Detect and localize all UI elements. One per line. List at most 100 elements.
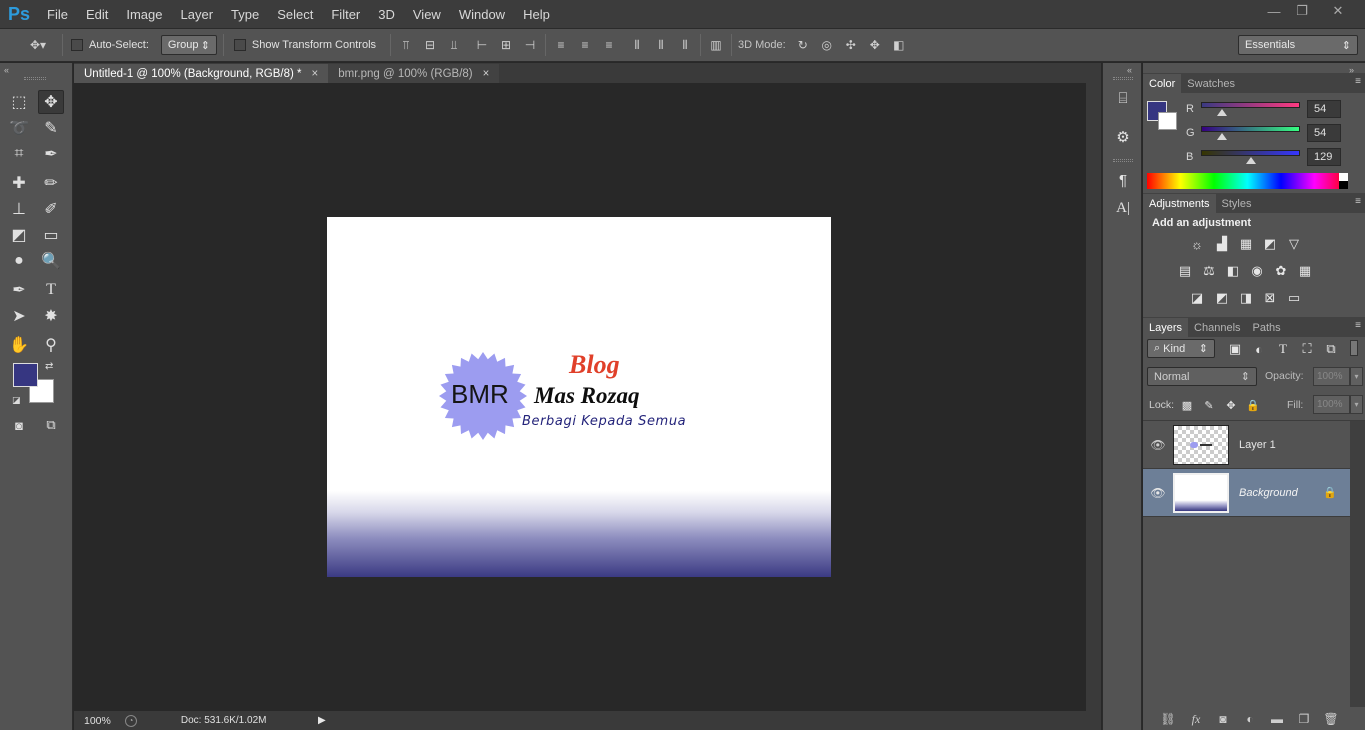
clone-stamp-tool-icon[interactable]: ⊥	[6, 197, 32, 221]
tab-paths[interactable]: Paths	[1247, 318, 1287, 337]
history-panel-icon[interactable]: ⌸	[1113, 88, 1133, 108]
channel-g-slider[interactable]	[1201, 126, 1300, 132]
tab-bmr-png[interactable]: bmr.png @ 100% (RGB/8) ×	[328, 64, 500, 83]
tab-swatches[interactable]: Swatches	[1181, 74, 1241, 93]
channel-mixer-icon[interactable]: ✿	[1272, 262, 1290, 280]
layer-name[interactable]: Background	[1239, 487, 1298, 499]
align-left-icon[interactable]: ⊢	[473, 36, 491, 54]
selective-color-icon[interactable]: ⊠	[1261, 289, 1279, 307]
status-info-icon[interactable]: ◔	[124, 714, 137, 727]
history-brush-tool-icon[interactable]: ✐	[38, 197, 64, 221]
channel-b-value[interactable]: 129	[1307, 148, 1341, 166]
screen-mode-icon[interactable]: ⧉	[38, 413, 64, 437]
add-mask-icon[interactable]: ◙	[1215, 711, 1231, 727]
vibrance-icon[interactable]: ▽	[1285, 235, 1303, 253]
healing-brush-tool-icon[interactable]: ✚	[6, 171, 32, 195]
layer-filter-dropdown[interactable]: ⌕ Kind ⇕	[1147, 339, 1215, 358]
channel-g-value[interactable]: 54	[1307, 124, 1341, 142]
gradient-map-icon[interactable]: ▭	[1285, 289, 1303, 307]
distribute-bottom-icon[interactable]: ≡	[600, 36, 618, 54]
menu-help[interactable]: Help	[514, 0, 559, 28]
menu-file[interactable]: File	[38, 0, 77, 28]
color-panel-background-swatch[interactable]	[1158, 112, 1177, 130]
menu-window[interactable]: Window	[450, 0, 514, 28]
levels-icon[interactable]: ▟	[1213, 235, 1231, 253]
align-hcenter-icon[interactable]: ⊞	[497, 36, 515, 54]
move-tool-icon[interactable]: ✥	[38, 90, 64, 114]
invert-icon[interactable]: ◪	[1188, 289, 1206, 307]
tab-adjustments[interactable]: Adjustments	[1143, 194, 1216, 213]
menu-image[interactable]: Image	[117, 0, 171, 28]
visibility-eye-icon[interactable]: 👁	[1143, 438, 1173, 452]
zoom-level[interactable]: 100%	[84, 715, 111, 727]
quick-mask-icon[interactable]: ◙	[6, 413, 32, 437]
paragraph-panel-icon[interactable]: ¶	[1113, 170, 1133, 190]
panel-menu-icon[interactable]: ≡	[1355, 320, 1361, 331]
channel-r-value[interactable]: 54	[1307, 100, 1341, 118]
blur-tool-icon[interactable]: ●	[6, 249, 32, 273]
panel-grip[interactable]	[24, 77, 46, 80]
workspace-dropdown[interactable]: Essentials ⇕	[1238, 35, 1358, 55]
auto-select-dropdown[interactable]: Group ⇕	[160, 35, 217, 55]
panel-menu-icon[interactable]: ≡	[1355, 196, 1361, 207]
3d-roll-icon[interactable]: ◎	[818, 36, 836, 54]
move-tool-preset-icon[interactable]: ✥▾	[20, 36, 56, 54]
3d-scale-icon[interactable]: ◧	[890, 36, 908, 54]
align-top-icon[interactable]: ⫪	[397, 36, 415, 54]
visibility-eye-icon[interactable]: 👁	[1143, 486, 1173, 500]
3d-rotate-icon[interactable]: ↻	[794, 36, 812, 54]
color-spectrum-ramp[interactable]	[1147, 173, 1348, 189]
character-panel-icon[interactable]: A|	[1113, 198, 1133, 218]
path-select-tool-icon[interactable]: ➤	[6, 304, 32, 328]
spectrum-white-swatch[interactable]	[1339, 173, 1348, 181]
default-colors-icon[interactable]: ◪	[12, 395, 21, 406]
swap-colors-icon[interactable]: ⇄	[45, 361, 53, 372]
auto-select-checkbox[interactable]	[71, 39, 83, 51]
close-tab-icon[interactable]: ×	[483, 68, 490, 80]
layer-name[interactable]: Layer 1	[1239, 439, 1276, 451]
show-transform-checkbox[interactable]	[233, 39, 246, 51]
distribute-hcenter-icon[interactable]: ⫴	[652, 36, 670, 54]
panel-menu-icon[interactable]: ≡	[1355, 76, 1361, 87]
filter-adjustment-icon[interactable]: ◐	[1250, 340, 1268, 358]
spectrum-black-swatch[interactable]	[1339, 181, 1348, 189]
channel-r-thumb[interactable]	[1217, 109, 1227, 116]
distribute-top-icon[interactable]: ≡	[552, 36, 570, 54]
lock-image-icon[interactable]: ✎	[1200, 396, 1218, 414]
tab-layers[interactable]: Layers	[1143, 318, 1189, 337]
hue-saturation-icon[interactable]: ▤	[1176, 262, 1194, 280]
lock-transparent-icon[interactable]: ▩	[1178, 396, 1196, 414]
close-tab-icon[interactable]: ×	[312, 68, 319, 80]
exposure-icon[interactable]: ◩	[1261, 235, 1279, 253]
restore-button[interactable]: ❐	[1290, 2, 1314, 20]
delete-layer-icon[interactable]: 🗑	[1323, 711, 1339, 727]
panel-grip[interactable]	[1113, 159, 1133, 162]
3d-slide-icon[interactable]: ✥	[866, 36, 884, 54]
tab-untitled-1[interactable]: Untitled-1 @ 100% (Background, RGB/8) * …	[74, 64, 329, 83]
opacity-slider-toggle-icon[interactable]: ▾	[1350, 367, 1363, 386]
color-balance-icon[interactable]: ⚖	[1200, 262, 1218, 280]
channel-b-thumb[interactable]	[1246, 157, 1256, 164]
auto-align-icon[interactable]: ▥	[707, 36, 725, 54]
distribute-vcenter-icon[interactable]: ≡	[576, 36, 594, 54]
filter-smart-object-icon[interactable]: ⧉	[1322, 340, 1340, 358]
color-lookup-icon[interactable]: ▦	[1296, 262, 1314, 280]
channel-r-slider[interactable]	[1201, 102, 1300, 108]
tab-color[interactable]: Color	[1143, 74, 1182, 93]
posterize-icon[interactable]: ◩	[1213, 289, 1231, 307]
new-layer-icon[interactable]: ❐	[1296, 711, 1312, 727]
foreground-color-swatch[interactable]	[13, 363, 38, 387]
filter-pixel-icon[interactable]: ▣	[1226, 340, 1244, 358]
status-menu-arrow-icon[interactable]: ▶	[318, 715, 326, 726]
fill-slider-toggle-icon[interactable]: ▾	[1350, 395, 1363, 414]
photo-filter-icon[interactable]: ◉	[1248, 262, 1266, 280]
align-vcenter-icon[interactable]: ⊟	[421, 36, 439, 54]
black-white-icon[interactable]: ◧	[1224, 262, 1242, 280]
filter-type-icon[interactable]: T	[1274, 340, 1292, 358]
align-right-icon[interactable]: ⊣	[521, 36, 539, 54]
channel-b-slider[interactable]	[1201, 150, 1300, 156]
channel-g-thumb[interactable]	[1217, 133, 1227, 140]
crop-tool-icon[interactable]: ⌗	[6, 142, 32, 166]
expand-panels-icon[interactable]: «	[1127, 65, 1132, 75]
layer-style-fx-icon[interactable]: fx	[1188, 711, 1204, 727]
